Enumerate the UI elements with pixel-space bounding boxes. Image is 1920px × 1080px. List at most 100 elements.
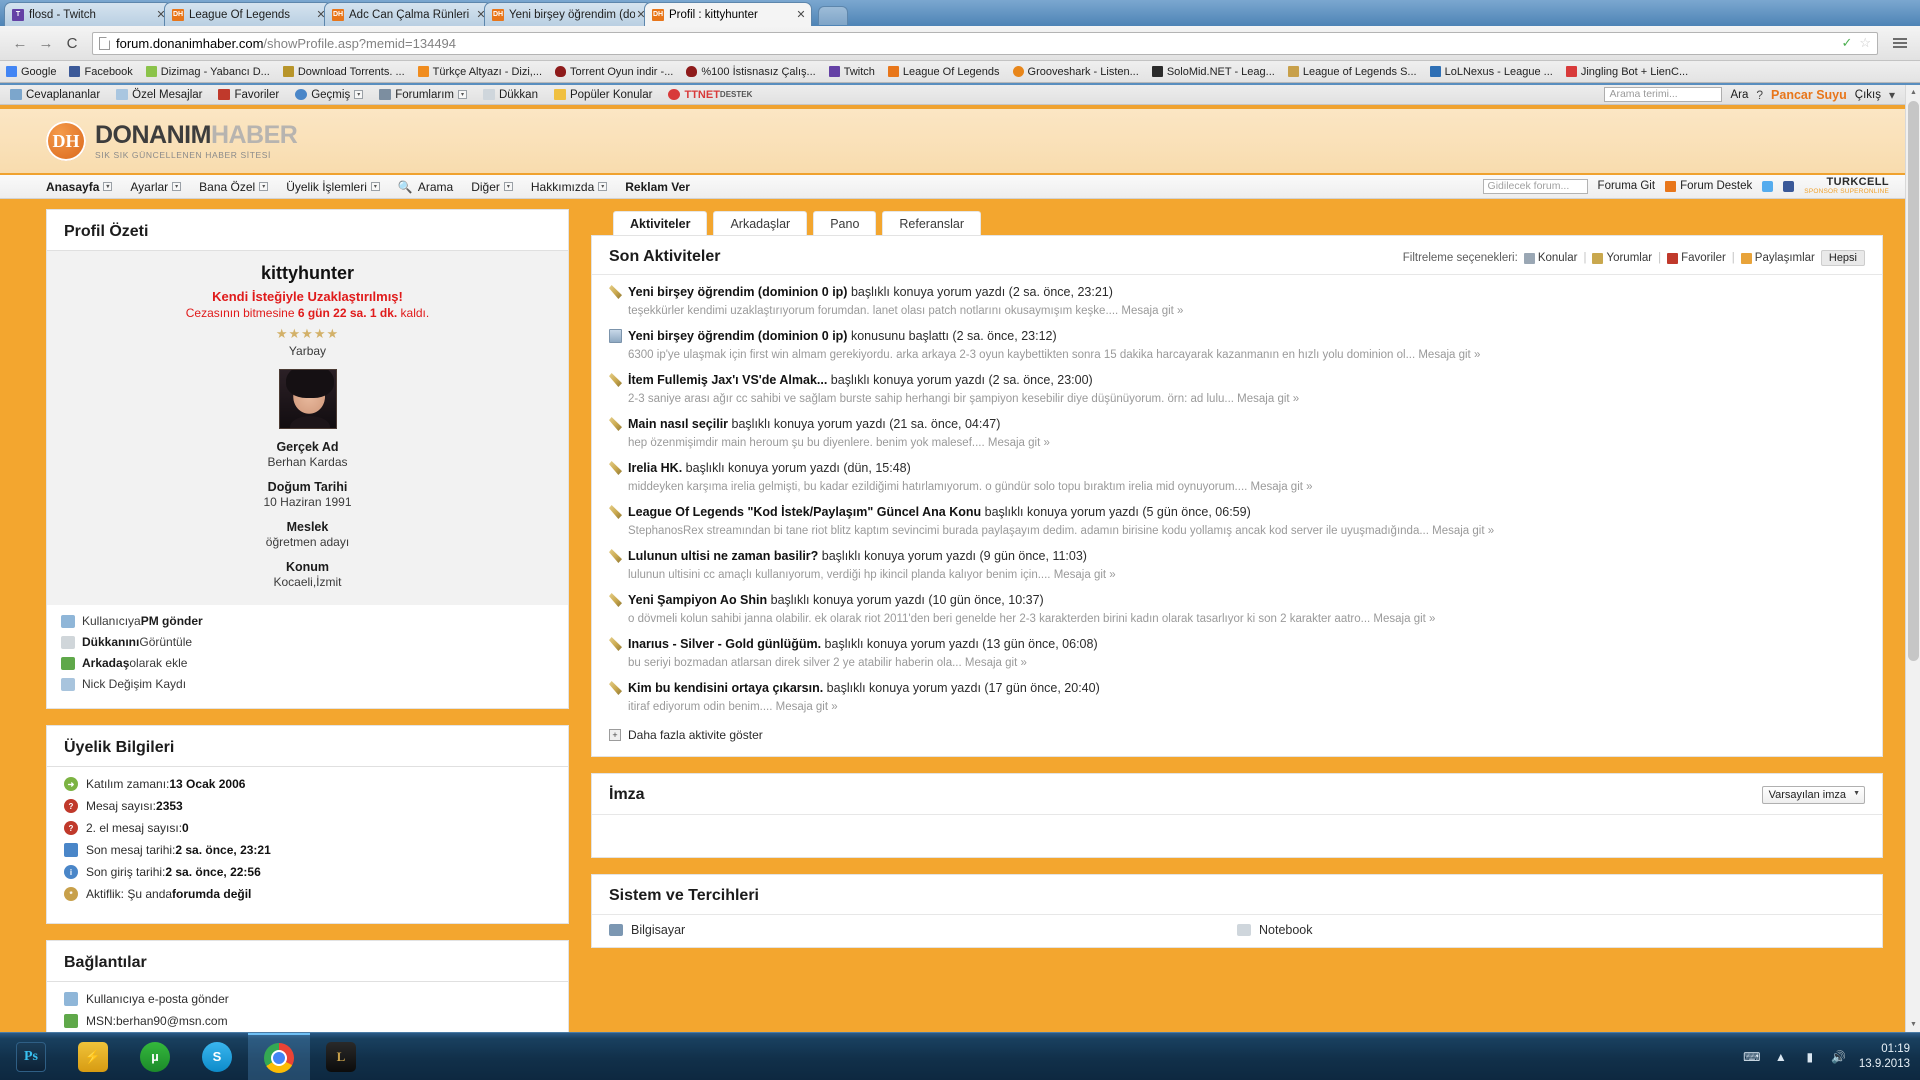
util-forumlarim[interactable]: Forumlarım ▾ [379,89,467,101]
reload-icon[interactable]: C [60,31,84,55]
chevron-down-icon[interactable]: ▾ [598,182,608,191]
util-populer-konular[interactable]: Popüler Konular [553,89,652,101]
twitter-icon[interactable] [1762,180,1774,192]
goto-forum-input[interactable]: Gidilecek forum... [1482,178,1588,194]
dh-logo-icon[interactable]: DH [46,121,86,161]
browser-tab[interactable]: DH Yeni birşey öğrendim (do ✕ [484,2,652,26]
taskbar-item-utorrent[interactable]: µ [124,1033,186,1080]
volume-icon[interactable]: 🔊 [1830,1049,1848,1064]
activity-title[interactable]: Main nasıl seçilir [628,417,728,431]
bookmark-item[interactable]: Dizimag - Yabancı D... [145,66,270,78]
nav-anasayfa[interactable]: Anasayfa ▾ [46,180,113,194]
util-cevaplananlar[interactable]: Cevaplananlar [10,89,100,101]
page-scrollbar[interactable]: ▲ ▼ [1905,85,1920,1032]
activity-excerpt[interactable]: StephanosRex streamından bi tane riot bl… [628,523,1865,539]
action-nick-history[interactable]: Nick Değişim Kaydı [61,677,554,691]
activity-title[interactable]: İtem Fullemiş Jax'ı VS'de Almak... [628,373,827,387]
browser-tab[interactable]: DH Adc Can Çalma Rünleri ✕ [324,2,492,26]
activity-excerpt[interactable]: bu seriyi bozmadan atlarsan direk silver… [628,655,1865,671]
activity-excerpt[interactable]: hep özenmişimdir main heroum şu bu diyen… [628,435,1865,451]
activity-title[interactable]: Irelia HK. [628,461,682,475]
filter-paylasimlar[interactable]: Paylaşımlar [1740,252,1815,264]
goto-forum-button[interactable]: Foruma Git [1598,180,1656,192]
chevron-down-icon[interactable]: ▾ [503,182,513,191]
forward-icon[interactable]: → [34,31,58,55]
tab-arkadaslar[interactable]: Arkadaşlar [713,211,808,235]
bookmark-item[interactable]: Jingling Bot + LienC... [1565,66,1688,78]
bookmark-item[interactable]: Türkçe Altyazı - Dizi,... [417,66,542,78]
tab-pano[interactable]: Pano [813,211,877,235]
activity-title[interactable]: Yeni Şampiyon Ao Shin [628,593,767,607]
bookmark-item[interactable]: Facebook [69,66,133,78]
taskbar-item-flash[interactable]: ⚡ [62,1033,124,1080]
facebook-icon[interactable] [1783,180,1795,192]
new-tab-button[interactable] [818,6,848,25]
chevron-down-icon[interactable]: ▾ [259,182,269,191]
browser-tab[interactable]: T flosd - Twitch ✕ [4,2,172,26]
bookmark-item[interactable]: %100 İstisnasız Çalış... [686,66,816,78]
address-bar[interactable]: forum.donanimhaber.com/showProfile.asp?m… [92,31,1878,55]
bookmark-item[interactable]: SoloMid.NET - Leag... [1151,66,1275,78]
activity-title[interactable]: Yeni birşey öğrendim (dominion 0 ip) [628,329,847,343]
activity-excerpt[interactable]: itiraf ediyorum odin benim.... Mesaja gi… [628,699,1865,715]
bookmark-item[interactable]: League of Legends S... [1287,66,1417,78]
back-icon[interactable]: ← [8,31,32,55]
chrome-menu-icon[interactable] [1888,31,1912,55]
network-icon[interactable]: ▮ [1801,1049,1819,1064]
forum-support-link[interactable]: Forum Destek [1665,180,1752,192]
activity-title[interactable]: Yeni birşey öğrendim (dominion 0 ip) [628,285,847,299]
activity-excerpt[interactable]: 6300 ip'ye ulaşmak için first win almam … [628,347,1865,363]
site-logo[interactable]: DONANIMHABER SIK SIK GÜNCELLENEN HABER S… [95,122,298,159]
clock[interactable]: 01:19 13.9.2013 [1859,1042,1910,1071]
activity-title[interactable]: Lulunun ultisi ne zaman basilir? [628,549,818,563]
util-ozel-mesajlar[interactable]: Özel Mesajlar [116,89,202,101]
chevron-down-icon[interactable]: ▾ [103,182,113,191]
show-more-activities[interactable]: + Daha fazla aktivite göster [609,722,1865,744]
action-send-pm[interactable]: Kullanıcıya PM gönder [61,614,554,628]
current-user-label[interactable]: Pancar Suyu [1771,88,1847,102]
activity-excerpt[interactable]: middeyken karşıma irelia gelmişti, bu ka… [628,479,1865,495]
bookmark-item[interactable]: League Of Legends [887,66,1000,78]
bookmark-item[interactable]: Torrent Oyun indir -... [555,66,673,78]
bookmark-item[interactable]: Download Torrents. ... [282,66,405,78]
signature-select[interactable]: Varsayılan imza [1761,786,1865,804]
chevron-down-icon[interactable]: ▾ [172,182,182,191]
nav-arama[interactable]: 🔍 Arama [398,180,453,194]
activity-title[interactable]: Inarıus - Silver - Gold günlüğüm. [628,637,821,651]
scroll-down-icon[interactable]: ▼ [1906,1017,1920,1032]
user-menu-icon[interactable]: ▾ [1889,88,1895,102]
nav-reklam-ver[interactable]: Reklam Ver [625,180,690,194]
taskbar-item-lol[interactable]: L [310,1033,372,1080]
nav-ayarlar[interactable]: Ayarlar ▾ [130,180,182,194]
bookmark-item[interactable]: LoLNexus - League ... [1429,66,1553,78]
activity-excerpt[interactable]: lulunun ultisini cc amaçlı kullanıyorum,… [628,567,1865,583]
ttnet-sponsor[interactable]: TTNET DESTEK [668,89,752,101]
nav-diger[interactable]: Diğer ▾ [471,180,513,194]
forum-search-button[interactable]: Ara [1730,89,1748,101]
util-favoriler[interactable]: Favoriler [218,89,279,101]
scrollbar-thumb[interactable] [1908,101,1919,661]
page-info-icon[interactable] [99,36,110,50]
tab-close-icon[interactable]: ✕ [795,8,807,21]
nav-hakkimizda[interactable]: Hakkımızda ▾ [531,180,608,194]
scroll-up-icon[interactable]: ▲ [1906,85,1920,100]
show-hidden-icons-icon[interactable]: ▲ [1772,1049,1790,1064]
bookmark-item[interactable]: Grooveshark - Listen... [1012,66,1139,78]
turkcell-sponsor[interactable]: TURKCELL SPONSOR SUPERONLINE [1804,177,1889,195]
taskbar-item-skype[interactable]: S [186,1033,248,1080]
link-send-email[interactable]: Kullanıcıya e-posta gönder [64,992,551,1006]
activity-excerpt[interactable]: teşekkürler kendimi uzaklaştırıyorum for… [628,303,1865,319]
avatar[interactable] [278,369,337,429]
logout-link[interactable]: Çıkış [1855,89,1881,101]
chevron-down-icon[interactable]: ▾ [457,90,467,99]
action-view-shop[interactable]: Dükkanını Görüntüle [61,635,554,649]
util-dukkan[interactable]: Dükkan [482,89,538,101]
browser-tab-active[interactable]: DH Profil : kittyhunter ✕ [644,2,812,26]
action-add-friend[interactable]: Arkadaş olarak ekle [61,656,554,670]
filter-yorumlar[interactable]: Yorumlar [1592,252,1652,264]
taskbar-item-chrome[interactable] [248,1032,310,1080]
filter-hepsi[interactable]: Hepsi [1820,250,1865,266]
browser-tab[interactable]: DH League Of Legends ✕ [164,2,332,26]
bookmark-star-icon[interactable]: ☆ [1859,35,1871,51]
forum-search-input[interactable]: Arama terimi... [1604,87,1723,102]
